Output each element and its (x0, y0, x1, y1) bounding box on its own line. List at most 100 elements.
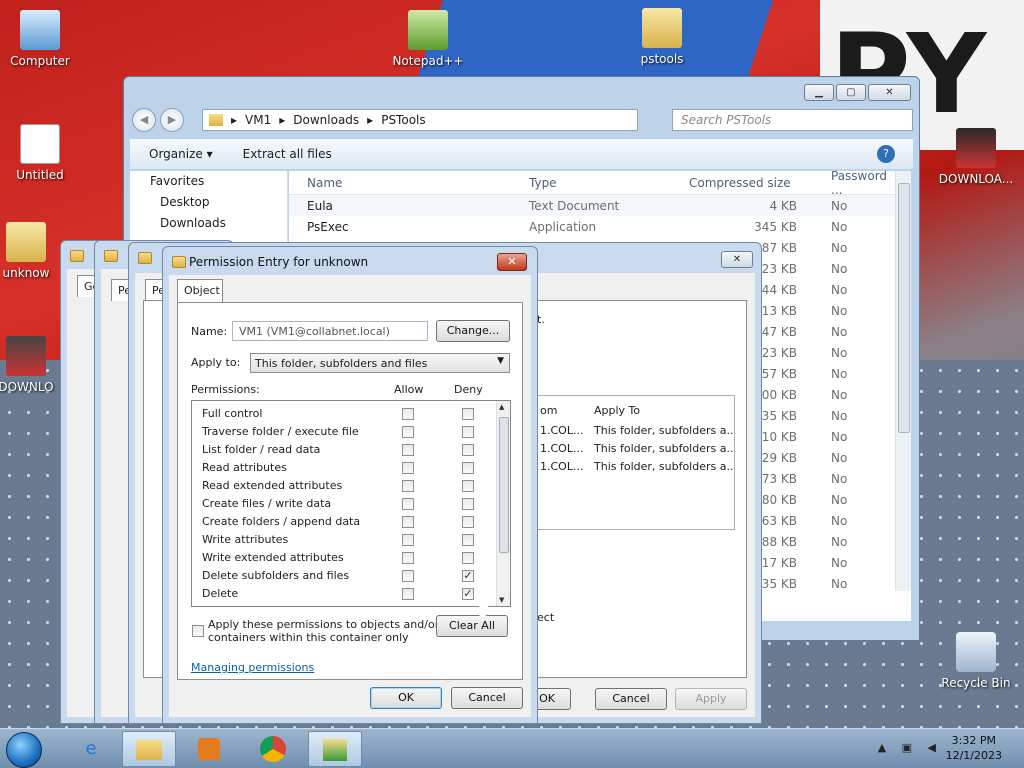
ok-button[interactable]: OK (370, 687, 442, 709)
system-tray-icons[interactable]: ▲ ▣ ◀ (878, 741, 942, 754)
ace-list[interactable]: om Apply To 1.COL... This folder, subfol… (535, 395, 735, 530)
help-icon[interactable]: ? (877, 145, 895, 163)
desktop-icon-computer[interactable]: Computer (0, 10, 80, 68)
permission-entry-dialog: Permission Entry for unknown ✕ Object Na… (162, 246, 538, 724)
principal-name-field[interactable]: VM1 (VM1@collabnet.local) (232, 321, 428, 341)
close-button[interactable]: ✕ (868, 84, 911, 101)
managing-permissions-link[interactable]: Managing permissions (191, 661, 314, 674)
window-controls: ▁ ▢ ✕ (804, 84, 911, 101)
chrome-icon[interactable] (246, 731, 300, 767)
start-button[interactable] (6, 732, 42, 768)
deny-checkbox[interactable] (462, 534, 474, 546)
chevron-down-icon: ▼ (497, 356, 504, 366)
desktop-icon-download-2[interactable]: DOWNLOA... (934, 128, 1018, 186)
nav-downloads[interactable]: Downloads (130, 213, 287, 234)
allow-checkbox[interactable] (402, 588, 414, 600)
desktop-icon-download[interactable]: DOWNLO (0, 336, 56, 394)
command-bar: Organize ▾ Extract all files ? (130, 139, 913, 169)
permission-name: Write extended attributes (202, 551, 344, 564)
address-bar[interactable]: ▸ VM1 ▸ Downloads ▸ PSTools (202, 109, 638, 131)
change-button[interactable]: Change... (436, 320, 510, 342)
deny-checkbox[interactable] (462, 552, 474, 564)
apply-to-dropdown[interactable]: This folder, subfolders and files ▼ (250, 353, 510, 373)
apply-button[interactable]: Apply (675, 688, 747, 710)
allow-checkbox[interactable] (402, 426, 414, 438)
column-password[interactable]: Password ... (807, 169, 897, 197)
deny-checkbox[interactable] (462, 462, 474, 474)
scroll-thumb[interactable] (499, 417, 509, 553)
image-file-icon (6, 336, 46, 376)
deny-checkbox[interactable] (462, 498, 474, 510)
permission-name: Delete (202, 587, 239, 600)
forward-button[interactable]: ▶ (160, 108, 184, 132)
permission-row: Write extended attributes (192, 549, 492, 567)
allow-checkbox[interactable] (402, 552, 414, 564)
table-row[interactable]: Eula Text Document 4 KB No (289, 195, 911, 216)
deny-checkbox[interactable]: ✓ (462, 588, 474, 600)
deny-checkbox[interactable] (462, 480, 474, 492)
deny-checkbox[interactable] (462, 444, 474, 456)
explorer-taskbar-button[interactable] (122, 731, 176, 767)
allow-checkbox[interactable] (402, 444, 414, 456)
column-name[interactable]: Name (289, 176, 529, 190)
permission-name: Delete subfolders and files (202, 569, 350, 582)
tab-object[interactable]: Object (177, 279, 223, 303)
nav-desktop[interactable]: Desktop (130, 192, 287, 213)
security-dialog-taskbar-button[interactable] (308, 731, 362, 767)
allow-checkbox[interactable] (402, 462, 414, 474)
deny-checkbox[interactable]: ✓ (462, 570, 474, 582)
folder-icon (172, 256, 186, 268)
deny-checkbox[interactable] (462, 516, 474, 528)
desktop-icon-pstools[interactable]: pstools (622, 8, 702, 66)
computer-icon (20, 10, 60, 50)
desktop-icon-untitled[interactable]: Untitled (0, 124, 80, 182)
internet-explorer-icon[interactable]: e (64, 731, 118, 767)
scroll-thumb[interactable] (898, 183, 910, 433)
allow-checkbox[interactable] (402, 534, 414, 546)
cancel-button[interactable]: Cancel (595, 688, 667, 710)
allow-checkbox[interactable] (402, 498, 414, 510)
breadcrumb-vm1[interactable]: VM1 (245, 113, 271, 127)
organize-button[interactable]: Organize ▾ (149, 147, 213, 161)
nav-favorites[interactable]: Favorites (130, 171, 287, 192)
permission-name: Traverse folder / execute file (202, 425, 359, 438)
column-type[interactable]: Type (529, 176, 689, 190)
desktop-icon-unknown[interactable]: unknow (0, 222, 56, 280)
desktop-icon-recycle-bin[interactable]: Recycle Bin (934, 632, 1018, 690)
close-button[interactable]: ✕ (721, 251, 753, 268)
allow-checkbox[interactable] (402, 516, 414, 528)
table-row[interactable]: PsExec Application 345 KB No (289, 216, 911, 237)
media-player-icon[interactable] (182, 731, 236, 767)
allow-checkbox[interactable] (402, 570, 414, 582)
apply-inherit-checkbox[interactable] (192, 625, 204, 637)
image-file-icon (956, 128, 996, 168)
minimize-button[interactable]: ▁ (804, 84, 834, 101)
close-button[interactable]: ✕ (497, 253, 527, 271)
maximize-button[interactable]: ▢ (836, 84, 866, 101)
clear-all-button[interactable]: Clear All (436, 615, 508, 637)
search-input[interactable]: Search PSTools (672, 109, 913, 131)
permission-row: List folder / read data (192, 441, 492, 459)
allow-checkbox[interactable] (402, 408, 414, 420)
extract-all-button[interactable]: Extract all files (243, 147, 332, 161)
column-size[interactable]: Compressed size (689, 176, 807, 190)
cancel-button[interactable]: Cancel (451, 687, 523, 709)
folder-icon (6, 222, 46, 262)
breadcrumb-downloads[interactable]: Downloads (293, 113, 359, 127)
deny-checkbox[interactable] (462, 426, 474, 438)
dialog-title: Permission Entry for unknown (189, 255, 369, 269)
permission-name: List folder / read data (202, 443, 321, 456)
file-list-scrollbar[interactable] (895, 171, 911, 591)
breadcrumb-pstools[interactable]: PSTools (381, 113, 425, 127)
scroll-up-icon[interactable]: ▲ (499, 403, 504, 411)
allow-checkbox[interactable] (402, 480, 414, 492)
address-toolbar: ◀ ▶ ▸ VM1 ▸ Downloads ▸ PSTools Search P… (132, 107, 913, 133)
permission-row: Traverse folder / execute file (192, 423, 492, 441)
deny-checkbox[interactable] (462, 408, 474, 420)
scroll-down-icon[interactable]: ▼ (499, 596, 504, 604)
folder-icon (136, 740, 162, 760)
desktop-icon-notepadpp[interactable]: Notepad++ (388, 10, 468, 68)
back-button[interactable]: ◀ (132, 108, 156, 132)
permissions-scrollbar[interactable]: ▲ ▼ (496, 401, 510, 606)
clock[interactable]: 3:32 PM 12/1/2023 (946, 733, 1002, 763)
